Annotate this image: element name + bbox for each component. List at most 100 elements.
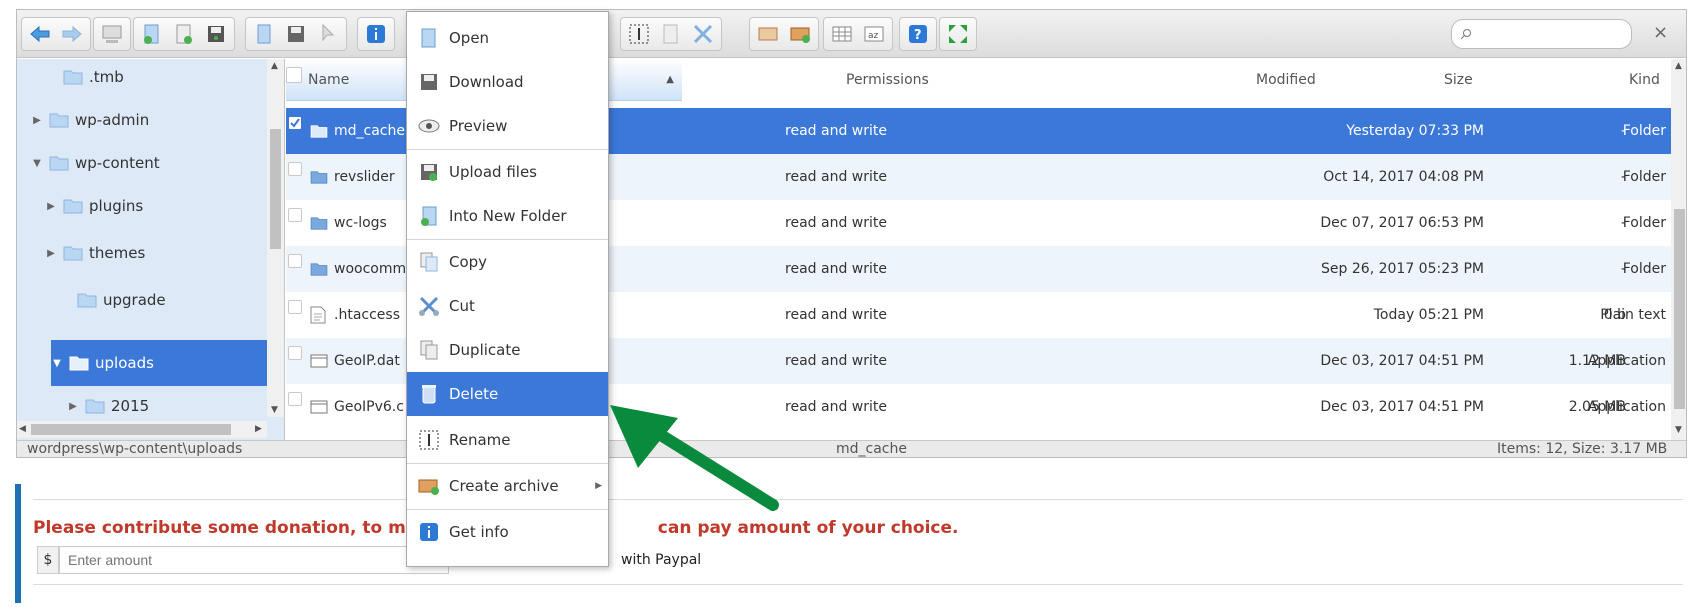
scrollbar-thumb[interactable] [31,424,231,435]
file-kind: Application [1587,399,1666,415]
scroll-down-icon[interactable]: ▼ [1675,425,1682,435]
file-manager: az ? × .tmb ▶ wp-admin ▼ wp-content ▶ pl… [16,9,1687,458]
cursor-icon [322,23,335,42]
collapse-arrow-icon[interactable]: ▼ [51,358,63,369]
list-vertical-scrollbar[interactable]: ▲ ▼ [1671,59,1686,440]
open-button[interactable] [248,19,280,49]
rename-button[interactable] [623,19,655,49]
expand-arrow-icon[interactable]: ▶ [45,248,57,259]
menu-item-rename[interactable]: Rename [407,418,608,462]
tree-item-uploads[interactable]: ▼ uploads [51,340,267,386]
tree-item-wp-admin[interactable]: ▶ wp-admin [31,97,267,143]
select-button[interactable] [312,19,344,49]
info-button[interactable] [360,19,392,49]
column-header-size[interactable]: Size [1444,59,1473,101]
row-checkbox[interactable] [288,254,302,268]
row-checkbox[interactable] [288,346,302,360]
select-all-checkbox[interactable] [286,67,302,83]
column-header-modified[interactable]: Modified [1256,59,1316,101]
menu-item-duplicate[interactable]: Duplicate [407,328,608,372]
row-checkbox[interactable] [288,116,302,130]
toolbar-group-file [245,17,347,51]
toolbar-group-edit [620,17,722,51]
new-folder-icon [144,24,159,44]
tree-item-themes[interactable]: ▶ themes [45,230,267,276]
extract-button[interactable] [752,19,784,49]
fullscreen-button[interactable] [942,19,974,49]
new-file-button[interactable] [168,19,200,49]
search-box[interactable] [1451,19,1632,49]
file-permissions: read and write [785,123,887,139]
tree-item-plugins[interactable]: ▶ plugins [45,183,267,229]
tree-item-tmb[interactable]: .tmb [45,59,267,100]
check-icon [290,118,300,128]
expand-arrow-icon[interactable]: ▶ [31,115,43,126]
menu-item-preview[interactable]: Preview [407,104,608,148]
scrollbar-thumb[interactable] [1674,209,1685,409]
edit-button[interactable] [655,19,687,49]
scrollbar-thumb[interactable] [270,129,281,249]
rename-icon [629,24,649,44]
file-kind: Plain text [1600,307,1666,323]
menu-item-open[interactable]: Open [407,16,608,60]
resize-button[interactable] [687,19,719,49]
toolbar-group-help: ? [899,17,937,51]
close-icon[interactable]: × [1653,22,1668,43]
file-name: revslider [334,169,395,185]
column-header-permissions[interactable]: Permissions [846,59,929,101]
tree-vertical-scrollbar[interactable]: ▲ ▼ [267,59,284,417]
folder-icon [49,113,69,128]
amount-input[interactable] [59,546,449,574]
duplicate-icon [417,338,441,362]
expand-arrow-icon[interactable]: ▶ [67,401,79,412]
scroll-up-icon[interactable]: ▲ [271,61,278,71]
expand-arrow-icon[interactable]: ▶ [45,201,57,212]
new-folder-button[interactable] [136,19,168,49]
archive-button[interactable] [784,19,816,49]
tree-item-label: wp-content [75,154,160,172]
download-button[interactable] [280,19,312,49]
scroll-up-icon[interactable]: ▲ [1675,61,1682,71]
row-checkbox[interactable] [288,300,302,314]
menu-item-download[interactable]: Download [407,60,608,104]
view-button[interactable] [826,19,858,49]
file-kind: Application [1587,353,1666,369]
save-button[interactable] [200,19,232,49]
status-selected: md_cache [836,441,907,457]
row-checkbox[interactable] [288,162,302,176]
menu-item-get-info[interactable]: Get info [407,510,608,554]
menu-item-upload-files[interactable]: Upload files [407,150,608,194]
archive-icon [417,474,441,498]
search-input[interactable] [1476,23,1616,45]
menu-item-delete[interactable]: Delete [407,372,608,416]
status-bar: wordpress\wp-content\uploads md_cache It… [17,440,1686,457]
menu-item-cut[interactable]: Cut [407,284,608,328]
eye-icon [417,114,441,138]
help-button[interactable]: ? [902,19,934,49]
paypal-label: with Paypal [621,552,702,568]
folder-tree: .tmb ▶ wp-admin ▼ wp-content ▶ plugins ▶… [17,59,285,440]
tree-horizontal-scrollbar[interactable]: ◀ ▶ [17,421,267,438]
arrow-left-icon [30,25,50,43]
new-folder-icon [417,204,441,228]
home-button[interactable] [96,19,128,49]
scroll-left-icon[interactable]: ◀ [19,424,26,434]
menu-item-copy[interactable]: Copy [407,240,608,284]
column-header-kind[interactable]: Kind [1629,59,1660,101]
back-button[interactable] [24,19,56,49]
menu-item-create-archive[interactable]: Create archive ▶ [407,464,608,508]
tree-item-label: 2015 [111,397,150,415]
collapse-arrow-icon[interactable]: ▼ [31,158,43,169]
tree-item-wp-content[interactable]: ▼ wp-content [31,140,267,186]
file-permissions: read and write [785,307,887,323]
scroll-right-icon[interactable]: ▶ [255,424,262,434]
sort-button[interactable]: az [858,19,890,49]
scroll-down-icon[interactable]: ▼ [271,405,278,415]
row-checkbox[interactable] [288,208,302,222]
menu-item-into-new-folder[interactable]: Into New Folder [407,194,608,238]
forward-button[interactable] [56,19,88,49]
row-checkbox[interactable] [288,392,302,406]
tree-item-upgrade[interactable]: upgrade [59,277,267,323]
file-permissions: read and write [785,261,887,277]
folder-icon [310,171,328,184]
